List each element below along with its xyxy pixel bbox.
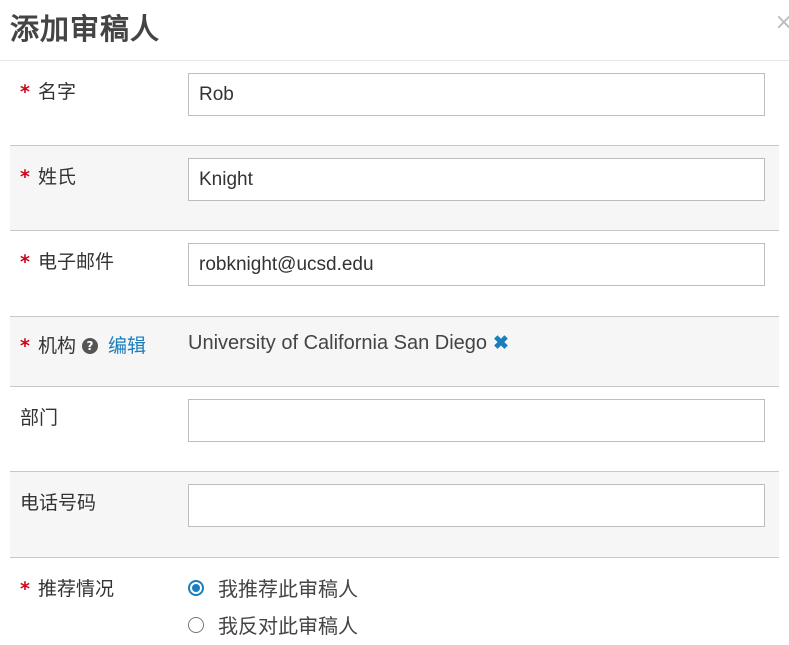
- first-name-label: * 名字: [20, 81, 76, 103]
- recommend-option-label: 我推荐此审稿人: [218, 577, 358, 601]
- recommend-radio[interactable]: [188, 579, 204, 596]
- required-mark: *: [20, 81, 30, 103]
- edit-institution-link[interactable]: 编辑: [108, 335, 146, 357]
- email-input[interactable]: robknight@ucsd.edu: [188, 243, 765, 286]
- email-row: * 电子邮件 robknight@ucsd.edu: [10, 231, 779, 317]
- required-mark: *: [20, 578, 30, 600]
- department-row: 部门: [10, 387, 779, 472]
- last-name-input[interactable]: Knight: [188, 158, 765, 201]
- first-name-row: * 名字 Rob: [10, 61, 779, 146]
- email-label: * 电子邮件: [20, 251, 114, 273]
- institution-value: University of California San Diego ✖: [188, 332, 509, 354]
- department-input[interactable]: [188, 399, 765, 442]
- institution-label: * 机构? 编辑: [20, 335, 146, 357]
- oppose-option[interactable]: 我反对此审稿人: [188, 610, 358, 639]
- required-mark: *: [20, 251, 30, 273]
- dialog-title: 添加审稿人: [10, 12, 161, 46]
- help-icon[interactable]: ?: [81, 338, 98, 354]
- required-mark: *: [20, 335, 30, 357]
- department-label: 部门: [20, 407, 59, 429]
- oppose-option-label: 我反对此审稿人: [218, 614, 358, 638]
- last-name-row: * 姓氏 Knight: [10, 146, 779, 231]
- oppose-radio[interactable]: [188, 616, 204, 633]
- phone-input[interactable]: [188, 484, 765, 527]
- phone-row: 电话号码: [10, 472, 779, 558]
- recommendation-row: * 推荐情况 我推荐此审稿人 我反对此审稿人: [10, 558, 779, 644]
- institution-row: * 机构? 编辑 University of California San Dieg…: [10, 317, 779, 387]
- first-name-input[interactable]: Rob: [188, 73, 765, 116]
- required-mark: *: [20, 166, 30, 188]
- last-name-label: * 姓氏: [20, 166, 76, 188]
- recommend-option[interactable]: 我推荐此审稿人: [188, 573, 358, 602]
- remove-institution-icon[interactable]: ✖: [493, 333, 509, 354]
- phone-label: 电话号码: [20, 492, 97, 514]
- close-icon[interactable]: ×: [775, 10, 789, 35]
- recommendation-label: * 推荐情况: [20, 578, 114, 600]
